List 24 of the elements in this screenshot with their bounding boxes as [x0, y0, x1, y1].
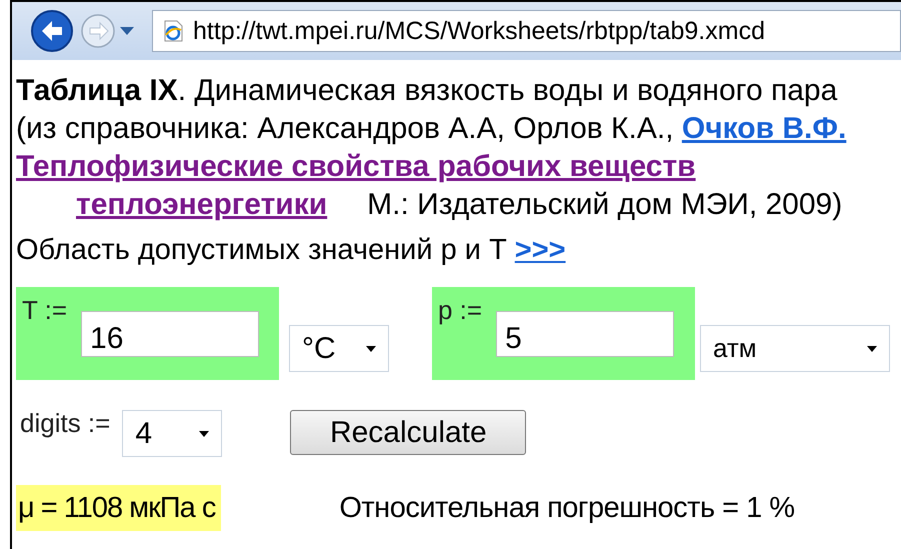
unit-dropdown[interactable]: °C: [289, 325, 389, 372]
book-link[interactable]: теплоэнергетики: [76, 188, 328, 221]
digits-dropdown[interactable]: 4: [122, 410, 222, 457]
unit-dropdown[interactable]: атм: [700, 325, 890, 372]
range-text: Область допустимых значений p и T: [16, 234, 507, 267]
result-value: μ = 1108 мкПа с: [16, 485, 222, 531]
digits-label: digits :=: [20, 408, 110, 439]
page-icon: [163, 20, 183, 42]
variable-label: T :=: [22, 295, 68, 326]
author-link[interactable]: Очков В.Ф.: [682, 112, 846, 145]
book-link[interactable]: Теплофизические свойства рабочих веществ: [16, 150, 696, 183]
input-field[interactable]: 5: [496, 311, 674, 357]
input-field[interactable]: 16: [81, 311, 260, 357]
error-text: Относительная погрешность = 1 %: [339, 492, 795, 524]
dropdown-icon[interactable]: [120, 27, 134, 35]
recalculate-button[interactable]: Recalculate: [290, 410, 526, 455]
caret-icon: [199, 430, 210, 436]
caret-icon: [366, 346, 376, 352]
address-field[interactable]: http://twt.mpei.ru/MCS/Worksheets/rbtpp/tab9.xmcd: [152, 10, 901, 52]
range-link[interactable]: >>>: [514, 234, 566, 267]
citation-text: Таблица IX. Динамическая вязкость воды и водяного пара (из справочника: Александров А.А, Орлов К.А., Очков В.Ф. Теплофизические свойства рабочих веществ теплоэнергетики М.: Издательский дом МЭИ, 2009): [16, 73, 848, 223]
back-icon[interactable]: [30, 9, 74, 53]
caret-icon: [867, 346, 877, 352]
variable-label: p :=: [438, 295, 482, 326]
